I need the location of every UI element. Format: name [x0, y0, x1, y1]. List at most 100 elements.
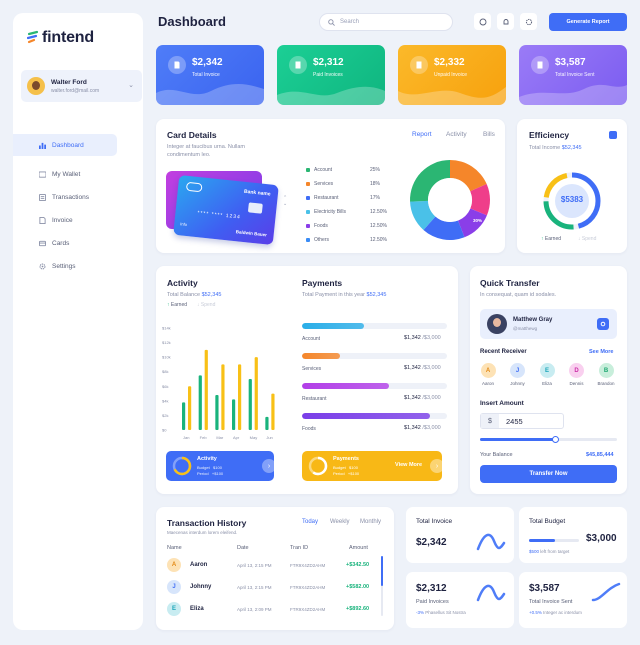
receiver-item[interactable]: A Aaron [479, 363, 497, 386]
legend-value: 12.50% [370, 223, 387, 229]
tab-report[interactable]: Report [412, 131, 432, 138]
sidebar-item-cards[interactable]: Cards [27, 232, 117, 254]
chip-icon [247, 202, 263, 214]
fintend-logo-icon [27, 30, 39, 44]
chevron-down-icon[interactable]: ⌄ [128, 81, 134, 89]
stat-card-paid-invoices[interactable]: $2,312 Paid Invoices [277, 45, 385, 105]
notifications-button[interactable] [497, 13, 514, 30]
user-profile[interactable]: Walter Ford walter.ford@mail.com ⌄ [21, 70, 142, 102]
sidebar-item-dashboard[interactable]: Dashboard [13, 134, 117, 156]
bar-earned [265, 416, 269, 430]
transfer-now-button[interactable]: Transfer Now [480, 465, 617, 483]
table-scrollbar[interactable] [381, 556, 383, 616]
user-name: Walter Ford [51, 78, 87, 86]
tab-weekly[interactable]: Weekly [330, 519, 350, 525]
legend-value: 18% [370, 181, 381, 187]
legend-spend: ↓ Spend [197, 302, 216, 308]
transaction-name: Johnny [190, 584, 212, 590]
legend-item: Electricity Bills 12.50% [306, 209, 387, 215]
messages-button[interactable] [474, 13, 491, 30]
sidebar-item-label: Cards [52, 239, 70, 247]
receiver-item[interactable]: D Dennis [568, 363, 586, 386]
contact-name: Matthew Gray [513, 317, 553, 323]
search-input[interactable]: Search [319, 13, 453, 31]
y-tick-label: $14k [162, 326, 171, 331]
mini-card-note: $500 left from target [529, 549, 570, 554]
tab-bills[interactable]: Bills [483, 131, 495, 138]
payment-progress [302, 353, 447, 359]
selected-contact[interactable]: Matthew Gray @matthewg [480, 309, 617, 339]
mini-card-invoice-sent[interactable]: $3,587 Total Invoice Sent +0.5% Integer … [519, 572, 627, 628]
settings-button[interactable] [520, 13, 537, 30]
expand-icon[interactable] [609, 131, 617, 139]
tab-monthly[interactable]: Monthly [360, 519, 381, 525]
stat-label: Paid Invoices [313, 72, 343, 78]
stat-card-total-invoice[interactable]: $2,342 Total Invoice [156, 45, 264, 105]
card-switch-arrows-icon[interactable]: ⌃ ⌄ [283, 195, 287, 207]
tab-today[interactable]: Today [302, 519, 318, 525]
receiver-item[interactable]: B Brandon [597, 363, 615, 386]
donut-label: 30% [473, 218, 483, 223]
receiver-item[interactable]: E Eliza [538, 363, 556, 386]
balance-label: Your Balance [480, 452, 513, 458]
stat-card-invoice-sent[interactable]: $3,587 Total Invoice Sent [519, 45, 627, 105]
bar-earned [198, 375, 202, 430]
legend-swatch [306, 224, 310, 228]
card-bank-name: Bank name [243, 188, 271, 198]
see-more-link[interactable]: See More [589, 349, 613, 355]
payment-progress-fill [302, 323, 365, 329]
arrow-right-icon[interactable]: › [262, 459, 276, 473]
credit-card-front[interactable]: Bank name **** **** 1234 Info Baldwin Ba… [173, 174, 279, 246]
contact-settings-button[interactable] [597, 318, 609, 330]
quick-transfer-desc: In consequat, quam id sodales. [480, 292, 557, 298]
generate-report-button[interactable]: Generate Report [549, 13, 627, 31]
sidebar-item-wallet[interactable]: My Wallet [27, 163, 117, 185]
card-toggle-icon [185, 181, 203, 193]
bar-spend [254, 357, 258, 430]
stat-label: Unpaid Invoice [434, 72, 468, 78]
legend-item: Foods 12.50% [306, 223, 387, 229]
card-details-title: Card Details [167, 130, 217, 140]
stat-label: Total Invoice Sent [555, 72, 595, 78]
amount-value: 2455 [506, 417, 523, 426]
amount-input[interactable]: $ 2455 [480, 413, 564, 429]
mini-card-total-invoice[interactable]: Total Invoice $2,342 [406, 507, 514, 563]
legend-item: Restaurant 17% [306, 195, 380, 201]
stat-card-unpaid-invoice[interactable]: $2,332 Unpaid Invoice [398, 45, 506, 105]
receiver-name: Eliza [542, 381, 552, 386]
sidebar-item-settings[interactable]: Settings [27, 255, 117, 277]
invoice-icon [39, 216, 46, 224]
mini-card-paid-invoices[interactable]: $2,312 Paid Invoices -3% Phasellus Sit N… [406, 572, 514, 628]
legend-label: Account [314, 167, 333, 173]
payment-label: Restaurant [302, 396, 327, 402]
activity-title: Activity [167, 278, 198, 288]
amount-slider[interactable] [480, 436, 617, 443]
payments-footer-card[interactable]: Payments Budget $100 Period +$100 View M… [302, 451, 444, 481]
payment-progress [302, 413, 447, 419]
sidebar-item-label: Dashboard [52, 141, 84, 149]
bar-earned [232, 399, 236, 430]
activity-footer-card[interactable]: Activity Budget $100 Period +$100 › [166, 451, 276, 481]
legend-item: Account 25% [306, 167, 380, 173]
activity-ring-icon [172, 456, 192, 476]
contact-handle: @matthewg [513, 326, 538, 331]
brand-logo[interactable]: fintend [27, 29, 94, 47]
avatar: D [569, 363, 584, 378]
mini-card-total-budget[interactable]: Total Budget $3,000 $500 left from targe… [519, 507, 627, 563]
arrow-right-icon[interactable]: › [430, 459, 444, 473]
view-more-link[interactable]: View More [395, 462, 422, 468]
search-icon [328, 18, 335, 26]
search-placeholder: Search [340, 19, 360, 25]
mini-card-note: -3% Phasellus Sit Nostra [416, 610, 466, 615]
bar-earned [182, 402, 186, 430]
receiver-item[interactable]: J Johnny [509, 363, 527, 386]
activity-footer-period: Period +$100 [197, 471, 224, 476]
scrollbar-thumb[interactable] [381, 556, 383, 586]
sidebar-item-transactions[interactable]: Transactions [27, 186, 117, 208]
tab-activity[interactable]: Activity [446, 131, 467, 138]
card-number: **** **** 1234 [197, 210, 242, 221]
payment-progress-fill [302, 353, 340, 359]
bar-spend [271, 393, 275, 430]
transaction-history-desc: Maecenas interdum lorem eleifend. [167, 530, 238, 535]
sidebar-item-invoice[interactable]: Invoice [27, 209, 117, 231]
